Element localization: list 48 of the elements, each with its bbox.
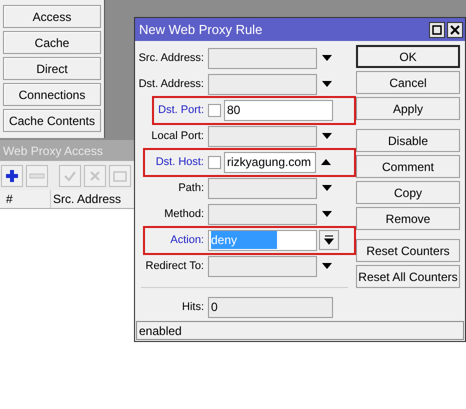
dialog-button[interactable]: Reset Counters	[356, 239, 460, 262]
column-header[interactable]: Src. Address	[50, 190, 132, 208]
dialog-button[interactable]: OK	[356, 45, 460, 68]
dropdown-button[interactable]	[319, 230, 339, 250]
input-field[interactable]	[208, 126, 317, 146]
checkbox[interactable]	[208, 104, 221, 116]
dropdown-arrow-icon[interactable]	[321, 261, 333, 271]
field-label: Dst. Address:	[138, 76, 204, 92]
field-label: Path:	[178, 180, 204, 196]
dialog-button[interactable]: Reset All Counters	[356, 265, 460, 288]
dropdown-arrow-icon[interactable]	[321, 79, 333, 89]
dropdown-arrow-icon[interactable]	[321, 209, 333, 219]
dialog-button[interactable]: Disable	[356, 129, 460, 152]
dialog-button[interactable]: Copy	[356, 181, 460, 204]
column-header[interactable]: #	[0, 190, 24, 208]
checkbox[interactable]	[208, 156, 221, 168]
field-label: Redirect To:	[146, 258, 204, 274]
field-label: Method:	[164, 206, 204, 222]
dropdown-arrow-icon[interactable]	[321, 183, 333, 193]
input-field[interactable]: 80	[224, 100, 333, 120]
dialog-button[interactable]: Apply	[356, 97, 460, 120]
menu-button[interactable]: Cache	[3, 31, 101, 54]
field-label: Hits:	[182, 300, 204, 315]
field-label: Dst. Port:	[158, 102, 204, 118]
input-field: 0	[208, 296, 333, 318]
input-field[interactable]: rizkyagung.com	[224, 152, 316, 172]
field-label: Action:	[170, 232, 204, 248]
menu-button[interactable]: Connections	[3, 83, 101, 106]
dialog-button[interactable]: Comment	[356, 155, 460, 178]
dropdown-arrow-icon[interactable]	[321, 131, 333, 141]
dialog-button[interactable]: Cancel	[356, 71, 460, 94]
menu-button[interactable]: Access	[3, 5, 101, 28]
menu-button[interactable]: Cache Contents	[3, 109, 101, 132]
status-bar: enabled	[136, 321, 464, 340]
input-field[interactable]	[208, 48, 317, 68]
dropdown-arrow-icon	[324, 235, 334, 245]
field-label: Src. Address:	[138, 50, 204, 66]
window-title: New Web Proxy Rule	[139, 20, 262, 39]
input-field[interactable]	[208, 74, 317, 94]
menu-button[interactable]: Direct	[3, 57, 101, 80]
up-arrow-icon[interactable]	[320, 157, 332, 167]
input-field[interactable]	[208, 204, 317, 224]
dropdown-arrow-icon[interactable]	[321, 53, 333, 63]
close-icon[interactable]	[447, 22, 463, 38]
input-field[interactable]	[208, 256, 317, 276]
maximize-icon[interactable]	[429, 22, 445, 38]
dialog-button[interactable]: Remove	[356, 207, 460, 230]
input-field[interactable]	[208, 178, 317, 198]
